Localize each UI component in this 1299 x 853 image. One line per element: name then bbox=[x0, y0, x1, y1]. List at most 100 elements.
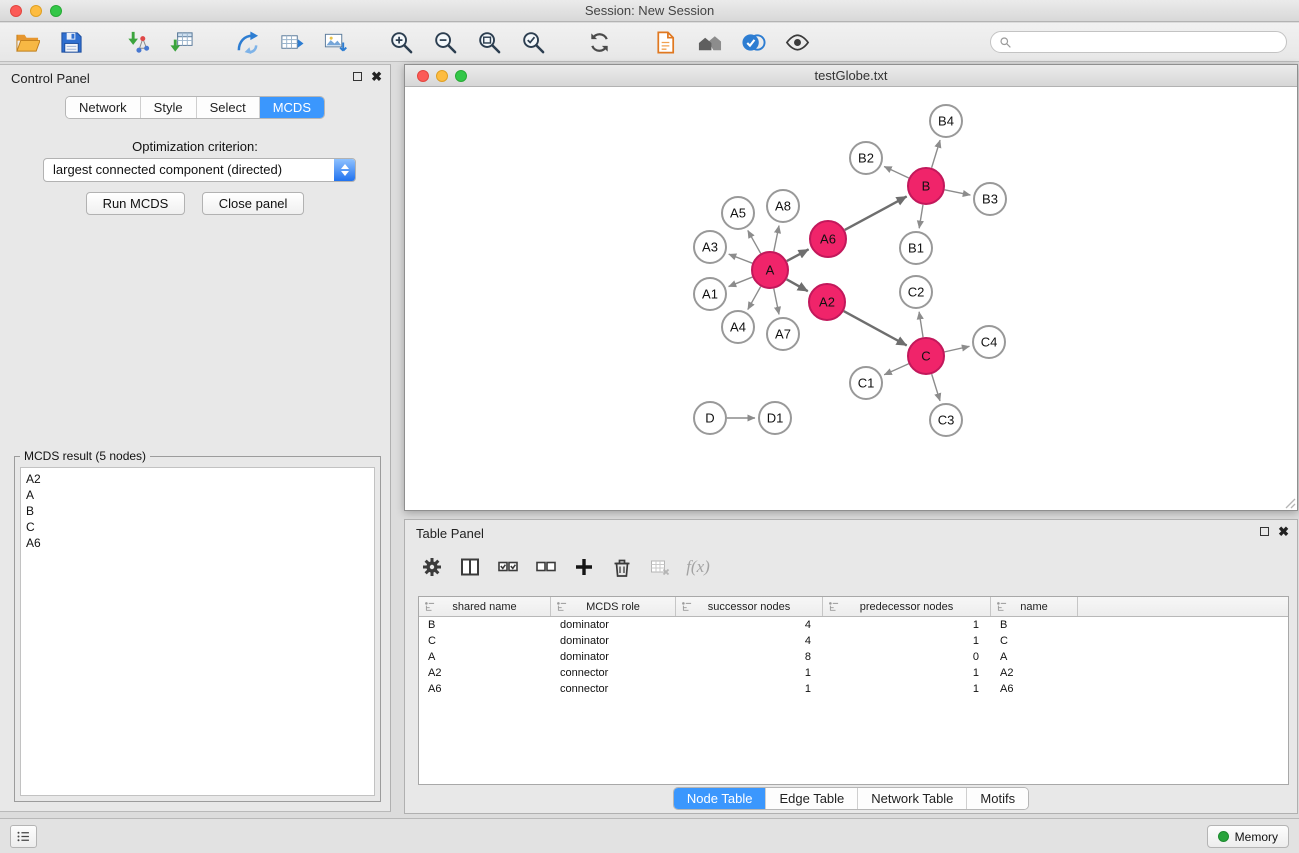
column-header-successor-nodes[interactable]: successor nodes bbox=[676, 597, 823, 616]
import-network-icon[interactable] bbox=[122, 27, 152, 57]
close-window-icon[interactable] bbox=[10, 5, 22, 17]
export-image-icon[interactable] bbox=[320, 27, 350, 57]
table-cell: B bbox=[419, 617, 551, 633]
memory-button[interactable]: Memory bbox=[1207, 825, 1289, 848]
close-panel-button[interactable]: Close panel bbox=[202, 192, 305, 215]
network-window-title: testGlobe.txt bbox=[405, 65, 1297, 86]
table-cell: C bbox=[991, 633, 1078, 649]
zoom-selected-icon[interactable] bbox=[518, 27, 548, 57]
network-close-icon[interactable] bbox=[417, 70, 429, 82]
float-panel-icon[interactable] bbox=[353, 72, 362, 81]
graph-edge-A-A8[interactable] bbox=[774, 226, 779, 252]
column-header-name[interactable]: name bbox=[991, 597, 1078, 616]
tab-mcds[interactable]: MCDS bbox=[259, 97, 324, 118]
search-box[interactable] bbox=[990, 31, 1287, 53]
memory-label: Memory bbox=[1235, 830, 1278, 844]
window-title: Session: New Session bbox=[0, 0, 1299, 21]
graph-edge-A2-C[interactable] bbox=[844, 311, 907, 345]
table-row[interactable]: Cdominator41C bbox=[419, 633, 1288, 649]
optimization-criterion-label: Optimization criterion: bbox=[0, 139, 390, 154]
graph-edge-A-A6[interactable] bbox=[787, 249, 809, 261]
network-maximize-icon[interactable] bbox=[455, 70, 467, 82]
graph-edge-A-A4[interactable] bbox=[748, 287, 761, 310]
select-all-rows-icon[interactable] bbox=[493, 552, 523, 582]
refresh-layout-icon[interactable] bbox=[584, 27, 614, 57]
export-table-icon[interactable] bbox=[276, 27, 306, 57]
column-header-icon bbox=[828, 601, 839, 612]
graph-edge-B-B4[interactable] bbox=[932, 140, 941, 168]
table-cell: A6 bbox=[419, 681, 551, 697]
column-header-icon bbox=[996, 601, 1007, 612]
save-session-icon[interactable] bbox=[56, 27, 86, 57]
graph-edge-A-A2[interactable] bbox=[787, 279, 808, 291]
add-column-icon[interactable] bbox=[569, 552, 599, 582]
run-mcds-button[interactable]: Run MCDS bbox=[86, 192, 186, 215]
toggle-column-icon[interactable] bbox=[455, 552, 485, 582]
open-file-icon[interactable] bbox=[12, 27, 42, 57]
table-settings-icon[interactable] bbox=[417, 552, 447, 582]
tab-node-table[interactable]: Node Table bbox=[674, 788, 766, 809]
tab-network-table[interactable]: Network Table bbox=[857, 788, 966, 809]
graph-edge-A6-B[interactable] bbox=[845, 196, 907, 229]
graph-edge-C-C2[interactable] bbox=[919, 312, 923, 337]
tab-style[interactable]: Style bbox=[140, 97, 196, 118]
column-header-predecessor-nodes[interactable]: predecessor nodes bbox=[823, 597, 991, 616]
column-header-mcds-role[interactable]: MCDS role bbox=[551, 597, 676, 616]
graph-edge-C-C4[interactable] bbox=[945, 346, 970, 352]
search-input[interactable] bbox=[1017, 35, 1278, 49]
column-header-shared-name[interactable]: shared name bbox=[419, 597, 551, 616]
mcds-result-item[interactable]: C bbox=[26, 519, 369, 535]
task-history-icon[interactable] bbox=[10, 825, 37, 848]
birdseye-icon[interactable] bbox=[738, 27, 768, 57]
table-row[interactable]: A6connector11A6 bbox=[419, 681, 1288, 697]
tab-network[interactable]: Network bbox=[66, 97, 140, 118]
resize-grip-icon[interactable] bbox=[1283, 496, 1296, 509]
import-table-icon[interactable] bbox=[166, 27, 196, 57]
zoom-in-icon[interactable] bbox=[386, 27, 416, 57]
snapshot-icon[interactable] bbox=[650, 27, 680, 57]
delete-column-icon[interactable] bbox=[607, 552, 637, 582]
node-table-header: shared nameMCDS rolesuccessor nodesprede… bbox=[419, 597, 1288, 617]
column-header-label: name bbox=[1020, 601, 1048, 613]
graph-node-label: C3 bbox=[938, 413, 955, 428]
table-row[interactable]: Bdominator41B bbox=[419, 617, 1288, 633]
zoom-out-icon[interactable] bbox=[430, 27, 460, 57]
hide-panels-icon[interactable] bbox=[694, 27, 724, 57]
tab-select[interactable]: Select bbox=[196, 97, 259, 118]
close-table-panel-icon[interactable]: ✖ bbox=[1278, 525, 1289, 538]
zoom-fit-icon[interactable] bbox=[474, 27, 504, 57]
optimization-criterion-select[interactable]: largest connected component (directed) bbox=[43, 158, 356, 182]
export-network-icon[interactable] bbox=[232, 27, 262, 57]
table-row[interactable]: A2connector11A2 bbox=[419, 665, 1288, 681]
mcds-result-item[interactable]: A6 bbox=[26, 535, 369, 551]
network-window-titlebar[interactable]: testGlobe.txt bbox=[405, 65, 1297, 87]
mcds-result-list[interactable]: A2ABCA6 bbox=[20, 467, 375, 796]
minimize-window-icon[interactable] bbox=[30, 5, 42, 17]
mcds-result-item[interactable]: A2 bbox=[26, 471, 369, 487]
table-cell: A bbox=[419, 649, 551, 665]
graph-edge-B-B1[interactable] bbox=[919, 205, 923, 228]
graph-edge-A-A5[interactable] bbox=[748, 230, 761, 253]
close-panel-icon[interactable]: ✖ bbox=[371, 70, 382, 83]
graph-edge-A-A7[interactable] bbox=[774, 289, 779, 315]
graph-edge-A-A1[interactable] bbox=[729, 277, 753, 287]
graph-edge-C-C1[interactable] bbox=[884, 364, 908, 375]
tab-edge-table[interactable]: Edge Table bbox=[765, 788, 857, 809]
table-row[interactable]: Adominator80A bbox=[419, 649, 1288, 665]
graph-edge-B-B3[interactable] bbox=[945, 190, 971, 195]
maximize-window-icon[interactable] bbox=[50, 5, 62, 17]
float-table-panel-icon[interactable] bbox=[1260, 527, 1269, 536]
network-minimize-icon[interactable] bbox=[436, 70, 448, 82]
mcds-result-item[interactable]: A bbox=[26, 487, 369, 503]
deselect-all-rows-icon[interactable] bbox=[531, 552, 561, 582]
graph-edge-B-B2[interactable] bbox=[884, 166, 909, 178]
table-cell: 1 bbox=[823, 617, 991, 633]
graph-edge-C-C3[interactable] bbox=[932, 374, 940, 401]
mcds-result-item[interactable]: B bbox=[26, 503, 369, 519]
network-canvas[interactable]: AA1A2A3A4A5A6A7A8BB1B2B3B4CC1C2C3C4DD1 bbox=[405, 88, 1297, 510]
show-graphics-icon[interactable] bbox=[782, 27, 812, 57]
graph-edge-A-A3[interactable] bbox=[729, 254, 753, 263]
tab-motifs[interactable]: Motifs bbox=[966, 788, 1028, 809]
control-panel: Control Panel ✖ NetworkStyleSelectMCDS O… bbox=[0, 64, 391, 812]
node-table-body: Bdominator41BCdominator41CAdominator80AA… bbox=[419, 617, 1288, 697]
